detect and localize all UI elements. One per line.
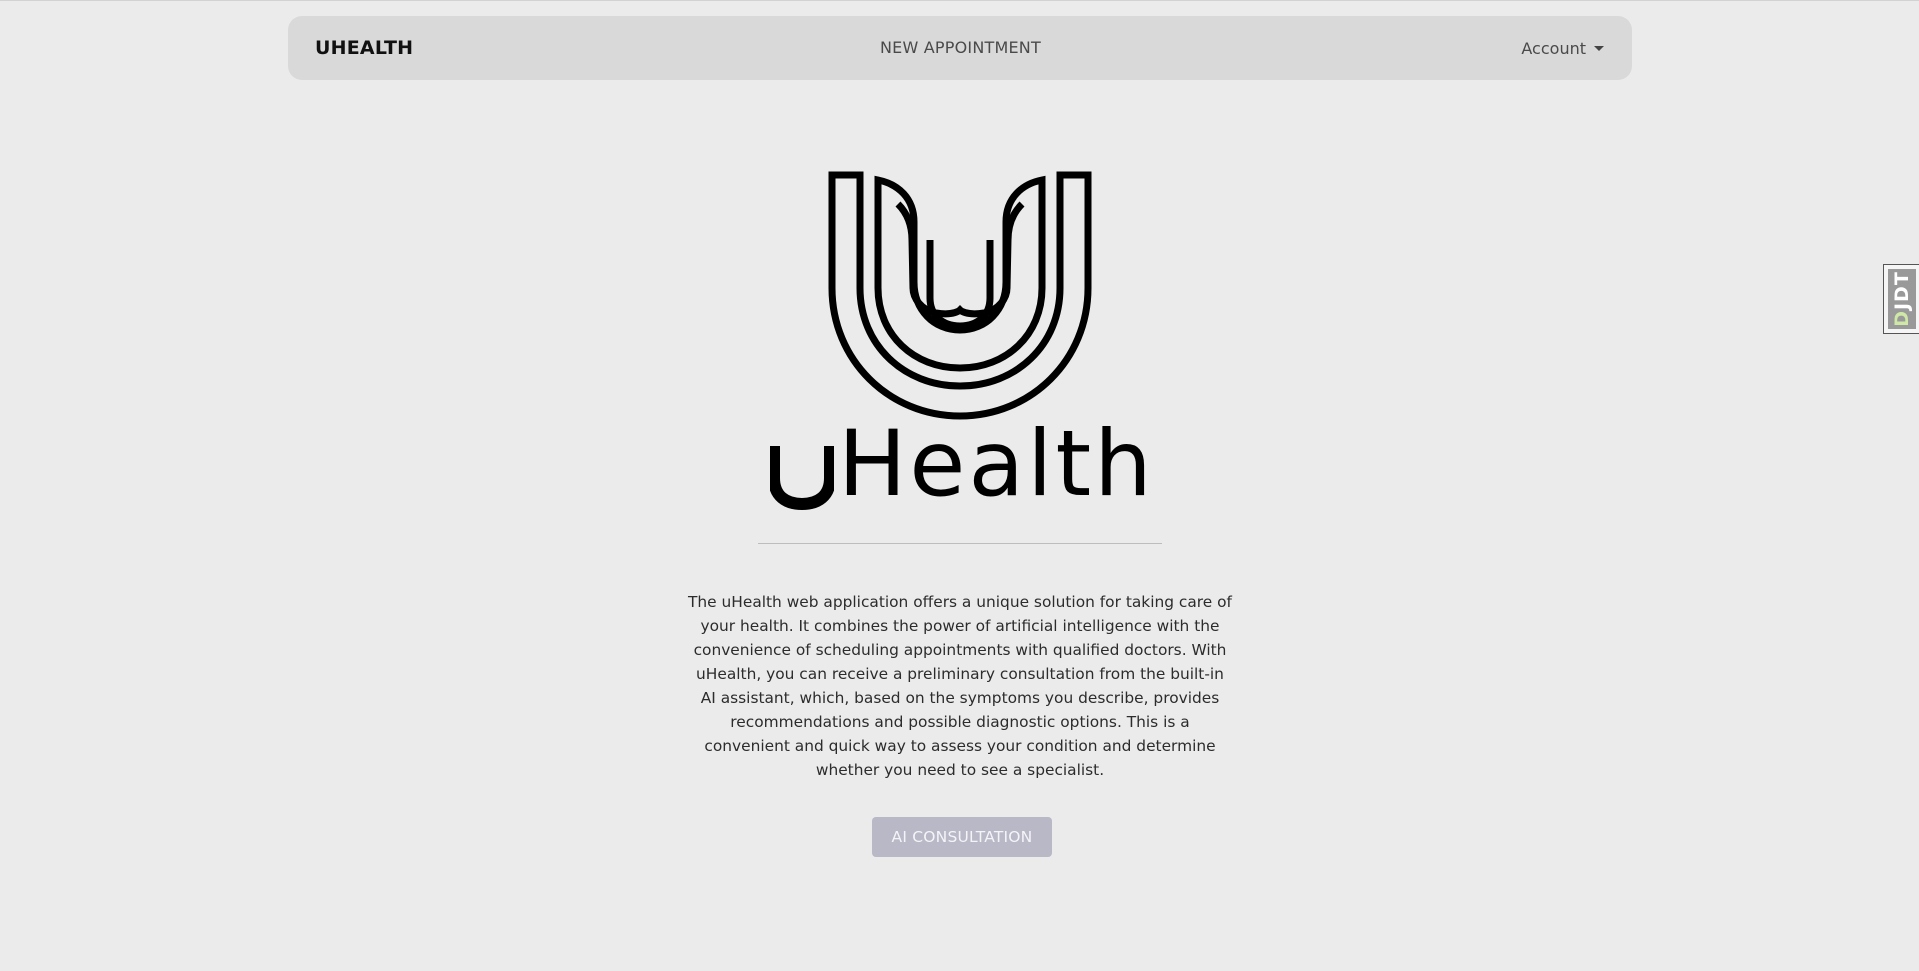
wordmark-rest: Health bbox=[838, 412, 1155, 517]
uhealth-logo-icon bbox=[828, 171, 1092, 420]
brand-link[interactable]: UHEALTH bbox=[315, 37, 413, 59]
wordmark-text: Health bbox=[838, 419, 1155, 510]
app-description: The uHealth web application offers a uni… bbox=[688, 593, 1232, 780]
caret-down-icon bbox=[1594, 46, 1604, 51]
django-debug-toolbar-handle[interactable]: DJDT bbox=[1883, 264, 1919, 334]
djdt-label-rest: JDT bbox=[1891, 271, 1913, 311]
djdt-label: DJDT bbox=[1891, 271, 1913, 327]
nav-new-appointment[interactable]: NEW APPOINTMENT bbox=[880, 38, 1041, 57]
top-border bbox=[0, 0, 1919, 1]
divider bbox=[758, 543, 1162, 544]
uhealth-wordmark: Health bbox=[770, 419, 1152, 516]
account-dropdown[interactable]: Account bbox=[1521, 39, 1604, 58]
navbar: UHEALTH NEW APPOINTMENT Account bbox=[288, 16, 1632, 80]
account-label: Account bbox=[1521, 39, 1586, 58]
djdt-inner: DJDT bbox=[1888, 269, 1916, 329]
ai-consultation-button[interactable]: AI CONSULTATION bbox=[872, 817, 1052, 857]
wordmark-u-icon bbox=[770, 446, 834, 511]
djdt-label-first: D bbox=[1891, 310, 1913, 327]
